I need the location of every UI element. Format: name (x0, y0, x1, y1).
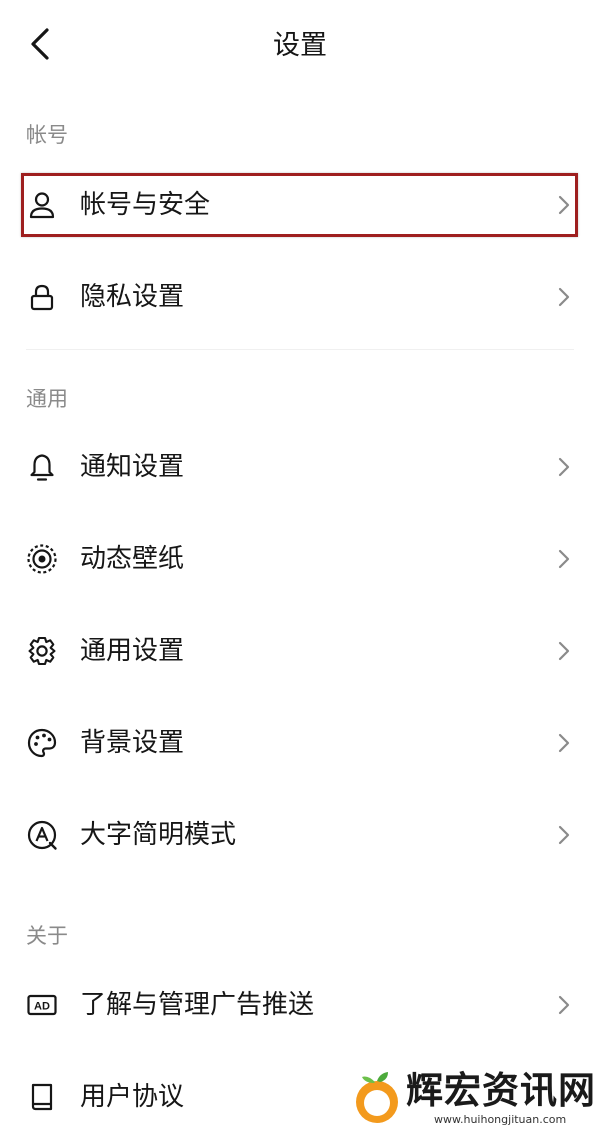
settings-item-label: 用户协议 (80, 1082, 185, 1112)
wallpaper-icon (26, 543, 58, 575)
chevron-right-icon (558, 287, 570, 307)
watermark-text: 辉宏资讯网 (406, 1069, 596, 1112)
settings-item-label: 通知设置 (80, 452, 185, 482)
settings-item-label: 动态壁纸 (80, 544, 185, 574)
page-title: 设置 (273, 30, 327, 61)
section-divider (26, 349, 574, 350)
orange-logo-icon (356, 1072, 398, 1123)
top-bar: 设置 (0, 0, 600, 92)
chevron-right-icon (558, 641, 570, 661)
settings-item-label: 了解与管理广告推送 (80, 990, 315, 1020)
chevron-right-icon (558, 457, 570, 477)
settings-item-large-text-mode[interactable]: 大字简明模式 (0, 792, 600, 878)
chevron-right-icon (558, 549, 570, 569)
palette-icon (26, 727, 58, 759)
book-icon (26, 1081, 58, 1113)
section-header-about: 关于 (26, 924, 68, 948)
section-header-account: 帐号 (26, 123, 68, 147)
chevron-right-icon (558, 825, 570, 845)
settings-item-label: 背景设置 (80, 728, 185, 758)
large-font-icon (26, 819, 58, 851)
settings-item-background[interactable]: 背景设置 (0, 700, 600, 786)
settings-item-privacy[interactable]: 隐私设置 (0, 254, 600, 340)
settings-item-ad-management[interactable]: AD 了解与管理广告推送 (0, 962, 600, 1048)
section-header-general: 通用 (26, 387, 68, 411)
chevron-right-icon (558, 733, 570, 753)
lock-icon (26, 281, 58, 313)
gear-icon (26, 635, 58, 667)
watermark-url: www.huihongjituan.com (434, 1113, 567, 1126)
settings-item-label: 通用设置 (80, 636, 185, 666)
settings-item-live-wallpaper[interactable]: 动态壁纸 (0, 516, 600, 602)
settings-item-notifications[interactable]: 通知设置 (0, 424, 600, 510)
bell-icon (26, 451, 58, 483)
settings-item-label: 隐私设置 (80, 282, 185, 312)
settings-item-label: 大字简明模式 (80, 820, 237, 850)
settings-page: 设置 帐号 帐号与安全 隐私设置 通用 通知设置 动态壁纸 通用设置 背景设置 … (0, 0, 600, 1130)
highlight-frame (21, 173, 578, 237)
settings-item-general-settings[interactable]: 通用设置 (0, 608, 600, 694)
chevron-right-icon (558, 995, 570, 1015)
ad-icon: AD (26, 989, 58, 1021)
svg-text:AD: AD (34, 1001, 50, 1013)
watermark: 辉宏资讯网 www.huihongjituan.com (348, 1066, 600, 1130)
